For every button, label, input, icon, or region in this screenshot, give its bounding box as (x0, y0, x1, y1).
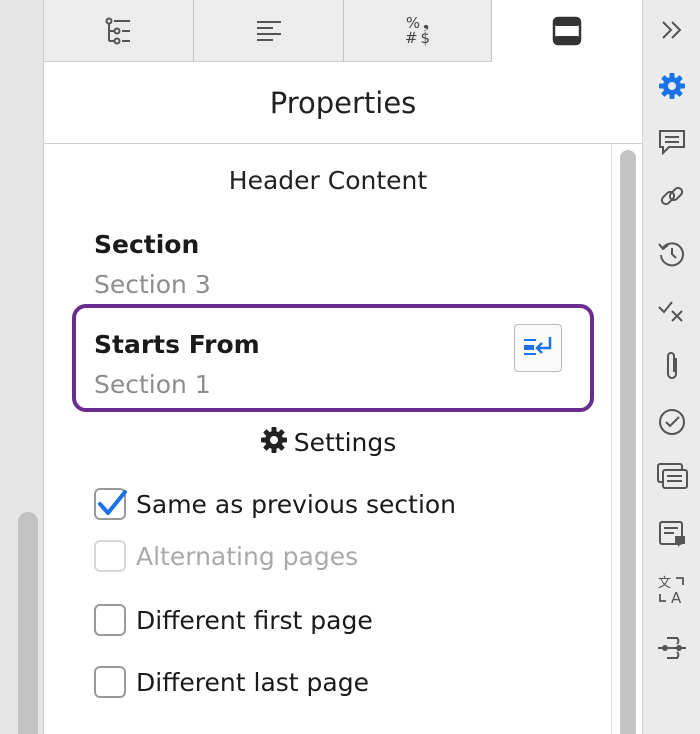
gear-icon (260, 426, 288, 459)
svg-text:文: 文 (658, 576, 671, 591)
starts-from-value: Section 1 (94, 370, 211, 399)
starts-from-label: Starts From (94, 330, 260, 359)
checkmark-icon (98, 490, 127, 515)
tab-list-tree[interactable] (44, 0, 194, 62)
option-label: Different first page (136, 605, 373, 635)
track-changes-icon[interactable] (643, 290, 700, 330)
go-to-section-button[interactable] (514, 324, 562, 372)
translate-icon[interactable]: 文A (643, 570, 700, 610)
checkbox-different-first-page[interactable] (94, 604, 126, 636)
comments-icon[interactable] (643, 122, 700, 162)
settings-label: Settings (293, 428, 397, 457)
attachment-icon[interactable] (643, 346, 700, 386)
collapse-chevrons-icon[interactable] (643, 10, 700, 50)
approval-icon[interactable] (643, 402, 700, 442)
option-different-first-page[interactable]: Different first page (94, 604, 373, 636)
right-toolbar: 文A (642, 0, 700, 734)
history-icon[interactable] (643, 234, 700, 274)
tab-number-format[interactable]: % ❟ # $ (344, 0, 492, 62)
merge-icon[interactable] (643, 628, 700, 668)
header-content-heading: Header Content (228, 166, 428, 195)
tab-paragraph[interactable] (194, 0, 344, 62)
notes-icon[interactable] (643, 514, 700, 554)
paragraph-align-icon (255, 20, 283, 42)
checkbox-same-as-previous[interactable] (94, 488, 127, 520)
svg-text:A: A (671, 589, 682, 606)
panel-tabs: % ❟ # $ (44, 0, 642, 62)
option-alternating-pages: Alternating pages (94, 540, 358, 572)
checkbox-alternating-pages (94, 540, 126, 572)
option-label: Same as previous section (136, 489, 457, 519)
panel-content: Header Content Section Section 3 Starts … (44, 144, 612, 734)
review-list-icon[interactable] (643, 456, 700, 496)
checkbox-different-last-page[interactable] (94, 666, 126, 698)
section-label: Section (94, 230, 200, 259)
panel-title-bar: Properties (44, 62, 642, 144)
document-scrollbar[interactable] (18, 512, 38, 734)
section-value: Section 3 (94, 270, 211, 299)
header-footer-icon (552, 16, 582, 46)
properties-panel: % ❟ # $ Properties Header Content Sectio… (44, 0, 642, 734)
number-format-icon: % ❟ # $ (404, 13, 431, 47)
option-label: Different last page (136, 667, 369, 697)
link-icon[interactable] (643, 176, 700, 216)
option-label: Alternating pages (136, 541, 359, 571)
panel-scrollbar[interactable] (620, 150, 636, 734)
option-same-as-previous[interactable]: Same as previous section (94, 488, 456, 520)
tab-header-footer[interactable] (492, 0, 642, 62)
list-tree-icon (104, 17, 134, 45)
left-gutter (0, 0, 44, 734)
panel-title: Properties (269, 85, 417, 120)
option-different-last-page[interactable]: Different last page (94, 666, 369, 698)
go-to-section-icon (522, 335, 554, 362)
settings-gear-icon[interactable] (643, 66, 700, 106)
settings-heading: Settings (44, 426, 612, 459)
